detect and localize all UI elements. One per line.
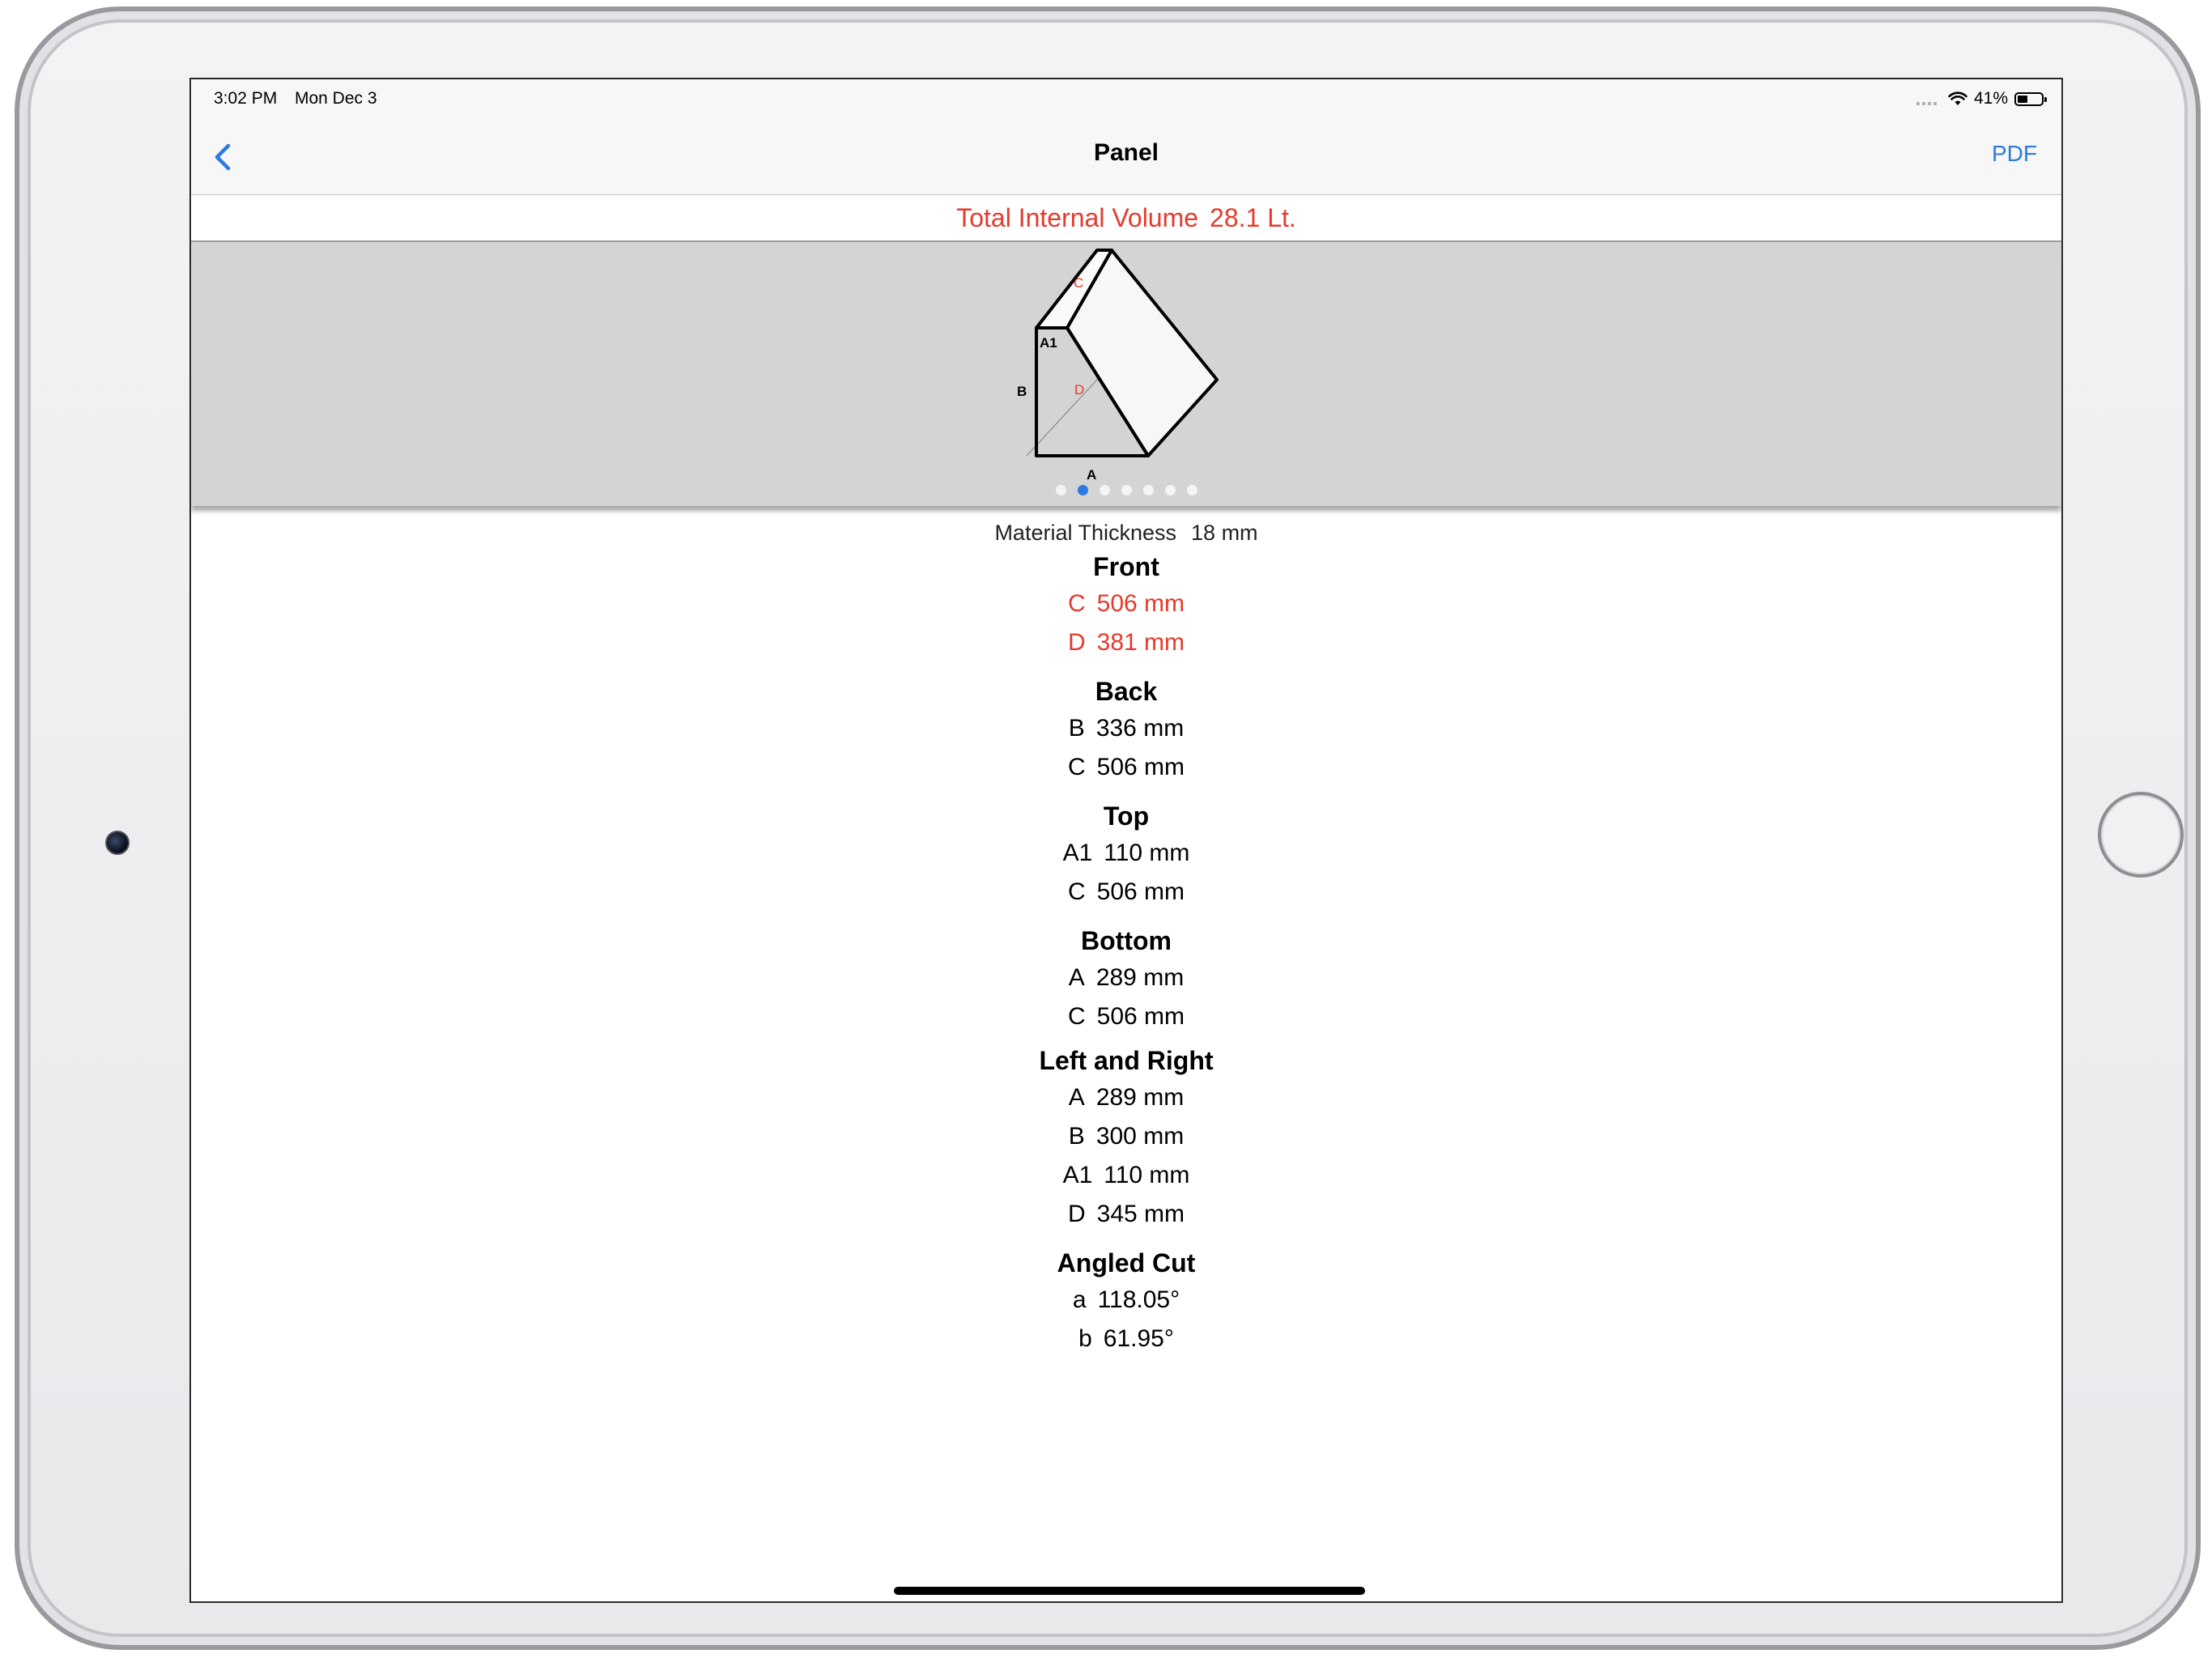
- status-time: 3:02 PM: [214, 89, 278, 108]
- volume-label: Total Internal Volume: [956, 203, 1199, 232]
- front-camera: [105, 831, 130, 855]
- dimension-row: B 300 mm: [1068, 1123, 1185, 1150]
- ipad-frame: 3:02 PM Mon Dec 3 41% Panel PDF Total In…: [15, 6, 2201, 1650]
- panel-shape-diagram: C A1 B D A: [1017, 249, 1219, 483]
- status-date: Mon Dec 3: [295, 89, 377, 108]
- diagram-label-a1: A1: [1040, 335, 1057, 351]
- home-button[interactable]: [2098, 792, 2184, 878]
- page-title: Panel: [1093, 139, 1159, 166]
- navigation-bar: Panel PDF: [191, 121, 2061, 195]
- material-thickness-value: 18 mm: [1191, 521, 1258, 545]
- section-title-back: Back: [1095, 677, 1158, 706]
- material-thickness: Material Thickness 18 mm: [191, 517, 2061, 549]
- page-dot[interactable]: [1164, 485, 1176, 495]
- total-volume-banner: Total Internal Volume 28.1 Lt.: [191, 195, 2061, 242]
- diagram-label-c: C: [1074, 275, 1083, 291]
- home-indicator[interactable]: [894, 1587, 1365, 1595]
- cellular-signal-icon: [1916, 92, 1937, 105]
- dimension-row: A 289 mm: [1068, 1084, 1185, 1111]
- dimension-row: D 345 mm: [1067, 1201, 1185, 1227]
- dimension-row: a 118.05°: [1072, 1286, 1180, 1313]
- page-dot[interactable]: [1142, 485, 1154, 495]
- page-dot[interactable]: [1186, 485, 1197, 495]
- battery-percent: 41%: [1973, 89, 2008, 108]
- status-indicators: 41%: [1916, 89, 2047, 108]
- section-title-front: Front: [1093, 552, 1159, 581]
- dimension-row: C 506 mm: [1067, 590, 1185, 617]
- dimension-row: B 336 mm: [1068, 715, 1185, 742]
- section-title-angled-cut: Angled Cut: [1057, 1248, 1196, 1278]
- pdf-button[interactable]: PDF: [1992, 141, 2037, 167]
- diagram-label-d: D: [1074, 382, 1084, 397]
- dimension-row: A 289 mm: [1068, 964, 1185, 991]
- dimension-row: D 381 mm: [1067, 629, 1185, 656]
- screen: 3:02 PM Mon Dec 3 41% Panel PDF Total In…: [189, 78, 2063, 1603]
- status-bar: 3:02 PM Mon Dec 3 41%: [191, 79, 2061, 121]
- material-thickness-label: Material Thickness: [994, 521, 1177, 545]
- section-title-bottom: Bottom: [1081, 926, 1172, 955]
- page-dot[interactable]: [1077, 485, 1088, 495]
- section-title-left-right: Left and Right: [1039, 1046, 1214, 1075]
- diagram-label-b: B: [1017, 384, 1027, 399]
- volume-value: 28.1 Lt.: [1210, 203, 1296, 232]
- dimension-row: A1 110 mm: [1062, 840, 1190, 866]
- dimension-row: C 506 mm: [1067, 1003, 1185, 1030]
- page-dot[interactable]: [1055, 485, 1066, 495]
- wifi-icon: [1948, 91, 1967, 105]
- page-control[interactable]: [191, 485, 2061, 495]
- dimension-row: b 61.95°: [1078, 1325, 1174, 1352]
- diagram-carousel[interactable]: C A1 B D A: [191, 242, 2061, 506]
- dimensions-list: Material Thickness 18 mm Front C 506 mm D3…: [191, 517, 2061, 1358]
- section-title-top: Top: [1103, 801, 1150, 831]
- page-dot[interactable]: [1099, 485, 1110, 495]
- page-dot[interactable]: [1121, 485, 1132, 495]
- dimension-row: A1 110 mm: [1062, 1162, 1190, 1188]
- diagram-label-a: A: [1087, 467, 1096, 483]
- battery-icon: [2014, 91, 2047, 106]
- dimension-row: C 506 mm: [1067, 878, 1185, 905]
- dimension-row: C 506 mm: [1067, 754, 1185, 780]
